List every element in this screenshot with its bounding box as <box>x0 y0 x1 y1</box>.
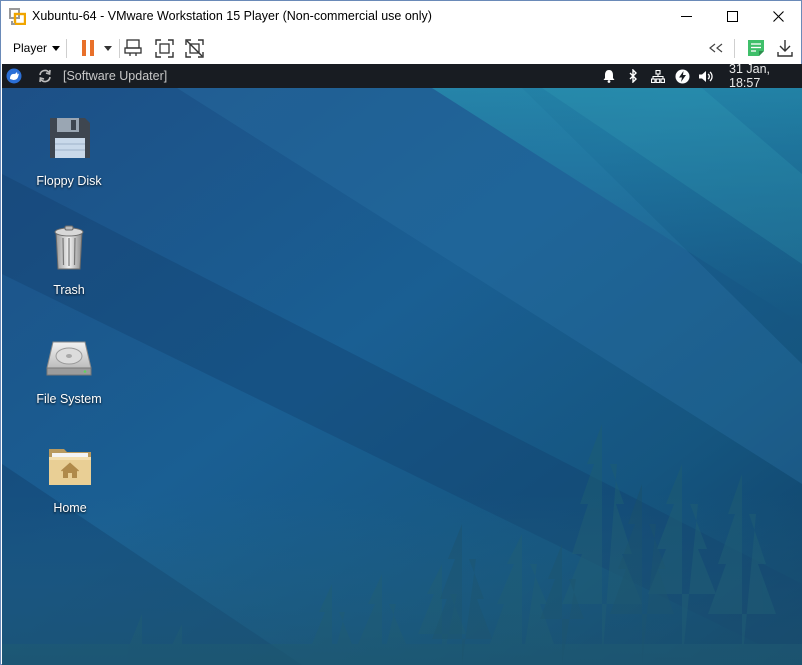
software-updater-task[interactable] <box>38 64 54 88</box>
chevron-down-icon <box>104 45 112 51</box>
clock-plugin[interactable]: 31 Jan, 18:57 <box>729 64 802 90</box>
network-tray[interactable] <box>651 64 665 88</box>
back-button[interactable] <box>704 37 728 59</box>
toolbar-separator <box>734 39 735 58</box>
minimize-icon <box>680 16 692 17</box>
vmware-logo-icon <box>9 8 26 25</box>
toolbar-separator <box>66 39 67 58</box>
volume-tray[interactable] <box>698 64 716 88</box>
unity-icon <box>184 38 204 58</box>
download-button[interactable] <box>774 37 796 59</box>
window-button-software-updater[interactable]: [Software Updater] <box>63 64 167 88</box>
fit-guest-icon <box>154 38 174 58</box>
notes-icon <box>748 40 764 56</box>
toolbar-separator <box>119 39 120 58</box>
send-ctrl-alt-del-icon <box>124 39 142 56</box>
title-bar[interactable]: Xubuntu-64 - VMware Workstation 15 Playe… <box>1 1 801 32</box>
close-icon <box>772 11 784 22</box>
trash-icon <box>54 225 84 270</box>
send-ctrl-alt-del-button[interactable] <box>123 37 145 59</box>
pause-button[interactable] <box>77 37 99 59</box>
desktop-icon-trash[interactable]: Trash <box>19 223 119 297</box>
power-manager-tray[interactable] <box>675 64 691 88</box>
power-icon <box>675 69 690 83</box>
maximize-button[interactable] <box>709 1 755 32</box>
power-options-dropdown[interactable] <box>101 37 115 59</box>
desktop-icon-floppy-disk[interactable]: Floppy Disk <box>19 114 119 188</box>
home-folder-icon <box>49 449 91 485</box>
bluetooth-tray[interactable] <box>629 64 641 88</box>
back-arrows-icon <box>709 43 723 53</box>
xubuntu-logo-icon <box>6 68 22 84</box>
refresh-icon <box>39 69 51 83</box>
bluetooth-icon <box>629 69 637 83</box>
notifications-tray[interactable] <box>603 64 617 88</box>
desktop-icon-file-system[interactable]: File System <box>19 332 119 406</box>
chevron-down-icon <box>52 45 61 51</box>
volume-icon <box>699 70 713 82</box>
desktop-icon-home[interactable]: Home <box>20 441 120 515</box>
player-toolbar: Player <box>1 32 801 64</box>
unity-button[interactable] <box>183 37 205 59</box>
pause-icon <box>82 40 94 56</box>
desktop-icon-label: Floppy Disk <box>36 174 102 188</box>
desktop-icon-label: File System <box>36 392 102 406</box>
vmware-window: Xubuntu-64 - VMware Workstation 15 Playe… <box>0 0 802 665</box>
task-label: [Software Updater] <box>63 69 168 83</box>
guest-screen[interactable]: [Software Updater] 31 Jan, 18:57 Floppy … <box>2 64 802 665</box>
floppy-disk-icon <box>50 118 90 158</box>
desktop-icon-label: Trash <box>53 283 85 297</box>
clock: 31 Jan, 18:57 <box>729 64 771 90</box>
xfce-top-panel: [Software Updater] 31 Jan, 18:57 <box>2 64 802 90</box>
bell-icon <box>603 70 615 83</box>
desktop-icon-label: Home <box>53 501 87 515</box>
player-menu-label: Player <box>13 41 48 55</box>
network-icon <box>651 69 665 83</box>
download-icon <box>777 40 793 57</box>
maximize-icon <box>726 11 738 22</box>
minimize-button[interactable] <box>663 1 709 32</box>
fit-guest-button[interactable] <box>153 37 175 59</box>
window-title: Xubuntu-64 - VMware Workstation 15 Playe… <box>32 9 432 23</box>
player-menu-button[interactable]: Player <box>7 38 66 58</box>
notes-button[interactable] <box>745 37 767 59</box>
desktop-wallpaper[interactable] <box>2 64 802 665</box>
close-button[interactable] <box>755 1 801 32</box>
hard-drive-icon <box>46 341 92 376</box>
whisker-menu-button[interactable] <box>6 64 24 88</box>
